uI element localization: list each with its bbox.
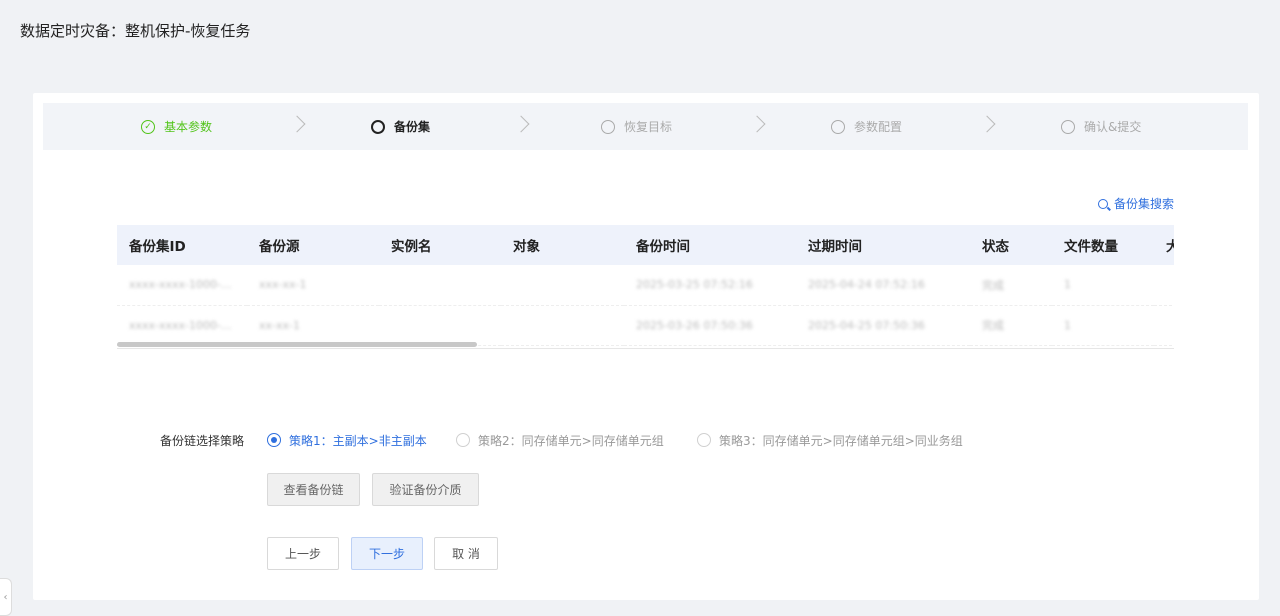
col-header[interactable]: 备份集ID <box>117 225 247 265</box>
col-header[interactable]: 备份源 <box>247 225 379 265</box>
cell <box>379 265 501 306</box>
step-label: 基本参数 <box>164 120 213 134</box>
radio-label: 策略3：同存储单元>同存储单元组>同业务组 <box>719 433 963 448</box>
circle-icon <box>371 119 385 134</box>
chevron-right-icon <box>978 115 996 133</box>
table-horizontal-scrollbar[interactable] <box>117 342 477 347</box>
cell: xxxx-xxxx-1000-... <box>117 265 247 306</box>
table-row[interactable]: xxxx-xxxx-1000-... xxx-xx-1 2025-03-25 0… <box>117 265 1174 306</box>
radio-label: 策略1：主副本>非主副本 <box>289 433 427 448</box>
cell: 2025-04-24 07:52:16 <box>796 265 970 306</box>
step-label: 参数配置 <box>854 120 903 134</box>
chevron-right-icon <box>288 115 306 133</box>
chevron-left-icon[interactable]: ‹ <box>0 578 12 616</box>
cell <box>501 265 624 306</box>
step-label: 恢复目标 <box>624 120 673 134</box>
circle-icon <box>831 119 845 134</box>
search-link-label: 备份集搜索 <box>1113 197 1174 211</box>
chevron-right-icon <box>512 115 530 133</box>
cell: 1 <box>1052 265 1154 306</box>
prev-step-button[interactable]: 上一步 <box>267 537 339 570</box>
strategy-radio-1[interactable]: 策略1：主副本>非主副本 <box>267 432 427 449</box>
col-header[interactable]: 大 <box>1154 225 1174 265</box>
circle-icon <box>1061 119 1075 134</box>
cell: 完成 <box>970 265 1052 306</box>
cell: 2025-04-25 07:50:36 <box>796 305 970 346</box>
cell <box>1154 265 1174 306</box>
backup-set-table: 备份集ID 备份源 实例名 对象 备份时间 过期时间 状态 文件数量 大 xxx… <box>117 225 1174 349</box>
chevron-right-icon <box>748 115 766 133</box>
col-header[interactable]: 状态 <box>970 225 1052 265</box>
radio-icon <box>697 433 711 447</box>
page-title: 数据定时灾备：整机保护-恢复任务 <box>20 22 251 40</box>
col-header[interactable]: 过期时间 <box>796 225 970 265</box>
cell: xxxx-xxxx-1000-... <box>117 305 247 346</box>
cell: xxx-xx-1 <box>247 265 379 306</box>
col-header[interactable]: 对象 <box>501 225 624 265</box>
cell <box>501 305 624 346</box>
radio-icon <box>456 433 470 447</box>
check-circle-icon: ✓ <box>141 119 155 134</box>
cell: 2025-03-25 07:52:16 <box>624 265 796 306</box>
cell: 1 <box>1052 305 1154 346</box>
step-param-config[interactable]: 参数配置 <box>831 103 902 150</box>
search-icon <box>1097 198 1108 209</box>
col-header[interactable]: 备份时间 <box>624 225 796 265</box>
col-header[interactable]: 实例名 <box>379 225 501 265</box>
cancel-button[interactable]: 取 消 <box>434 537 498 570</box>
strategy-radio-3[interactable]: 策略3：同存储单元>同存储单元组>同业务组 <box>697 432 963 449</box>
step-basic-params[interactable]: ✓ 基本参数 <box>141 103 212 150</box>
strategy-label: 备份链选择策略 <box>160 433 245 448</box>
view-backup-chain-button[interactable]: 查看备份链 <box>267 473 360 506</box>
circle-icon <box>601 119 615 134</box>
cell: xx-xx-1 <box>247 305 379 346</box>
step-backup-set[interactable]: 备份集 <box>371 103 430 150</box>
radio-label: 策略2：同存储单元>同存储单元组 <box>478 433 664 448</box>
backup-chain-strategy: 备份链选择策略 策略1：主副本>非主副本 策略2：同存储单元>同存储单元组 策略… <box>33 431 1259 449</box>
table-row[interactable]: xxxx-xxxx-1000-... xx-xx-1 2025-03-26 07… <box>117 305 1174 346</box>
radio-icon <box>267 433 281 447</box>
next-step-button[interactable]: 下一步 <box>351 537 423 570</box>
step-confirm-submit[interactable]: 确认&提交 <box>1061 103 1141 150</box>
step-label: 备份集 <box>394 120 431 134</box>
backup-set-search-link[interactable]: 备份集搜索 <box>1097 195 1174 212</box>
cell: 完成 <box>970 305 1052 346</box>
table-header-row: 备份集ID 备份源 实例名 对象 备份时间 过期时间 状态 文件数量 大 <box>117 225 1174 265</box>
wizard-steps: ✓ 基本参数 备份集 恢复目标 参数配置 确认&提交 <box>43 103 1248 150</box>
wizard-card: ✓ 基本参数 备份集 恢复目标 参数配置 确认&提交 备份集搜索 备份集ID 备… <box>33 93 1259 600</box>
strategy-radio-2[interactable]: 策略2：同存储单元>同存储单元组 <box>456 432 664 449</box>
cell: 2025-03-26 07:50:36 <box>624 305 796 346</box>
cell <box>379 305 501 346</box>
cell <box>1154 305 1174 346</box>
step-restore-target[interactable]: 恢复目标 <box>601 103 672 150</box>
col-header[interactable]: 文件数量 <box>1052 225 1154 265</box>
verify-backup-media-button[interactable]: 验证备份介质 <box>372 473 479 506</box>
step-label: 确认&提交 <box>1084 120 1142 134</box>
